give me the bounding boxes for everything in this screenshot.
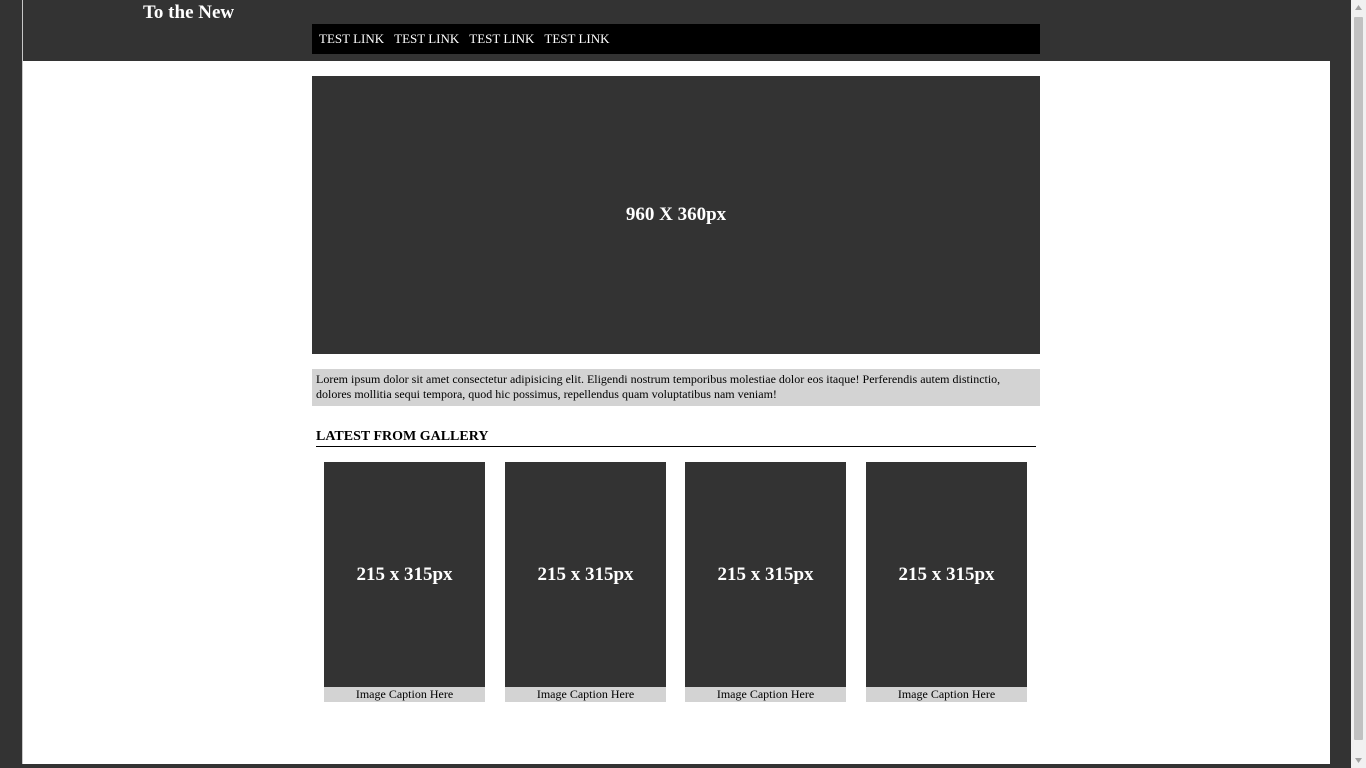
scroll-down-button[interactable] xyxy=(1351,753,1366,768)
nav-link-4[interactable]: TEST LINK xyxy=(544,32,609,46)
gallery-image-label: 215 x 315px xyxy=(356,563,453,585)
gallery-image-label: 215 x 315px xyxy=(898,563,995,585)
site-header: To the New TEST LINK TEST LINK TEST LINK… xyxy=(23,0,1330,61)
gallery-caption: Image Caption Here xyxy=(324,687,485,702)
triangle-up-icon xyxy=(1355,5,1362,10)
vertical-scrollbar[interactable] xyxy=(1351,0,1366,768)
triangle-down-icon xyxy=(1355,758,1362,763)
gallery-item: 215 x 315px Image Caption Here xyxy=(866,462,1027,702)
gallery-caption: Image Caption Here xyxy=(505,687,666,702)
gallery-image-placeholder: 215 x 315px xyxy=(505,462,666,687)
gallery-image-placeholder: 215 x 315px xyxy=(685,462,846,687)
gallery-caption: Image Caption Here xyxy=(866,687,1027,702)
gallery-image-label: 215 x 315px xyxy=(537,563,634,585)
site-title: To the New xyxy=(143,2,235,23)
nav-link-1[interactable]: TEST LINK xyxy=(319,32,384,46)
scroll-thumb[interactable] xyxy=(1354,17,1363,740)
gallery-image-label: 215 x 315px xyxy=(717,563,814,585)
hero-banner-placeholder: 960 X 360px xyxy=(312,76,1040,354)
gallery-item: 215 x 315px Image Caption Here xyxy=(324,462,485,702)
gallery-item: 215 x 315px Image Caption Here xyxy=(505,462,666,702)
nav-link-2[interactable]: TEST LINK xyxy=(394,32,459,46)
intro-text-box: Lorem ipsum dolor sit amet consectetur a… xyxy=(312,369,1040,406)
gallery-item: 215 x 315px Image Caption Here xyxy=(685,462,846,702)
main-nav: TEST LINK TEST LINK TEST LINK TEST LINK xyxy=(312,24,1040,54)
gallery-image-placeholder: 215 x 315px xyxy=(324,462,485,687)
gallery-heading: LATEST FROM GALLERY xyxy=(316,429,1036,447)
nav-link-3[interactable]: TEST LINK xyxy=(469,32,534,46)
gallery-image-placeholder: 215 x 315px xyxy=(866,462,1027,687)
scroll-up-button[interactable] xyxy=(1351,0,1366,15)
page-container: To the New TEST LINK TEST LINK TEST LINK… xyxy=(22,0,1330,764)
gallery-caption: Image Caption Here xyxy=(685,687,846,702)
browser-viewport: To the New TEST LINK TEST LINK TEST LINK… xyxy=(0,0,1351,768)
hero-banner-label: 960 X 360px xyxy=(625,204,727,225)
intro-text: Lorem ipsum dolor sit amet consectetur a… xyxy=(316,372,1001,401)
